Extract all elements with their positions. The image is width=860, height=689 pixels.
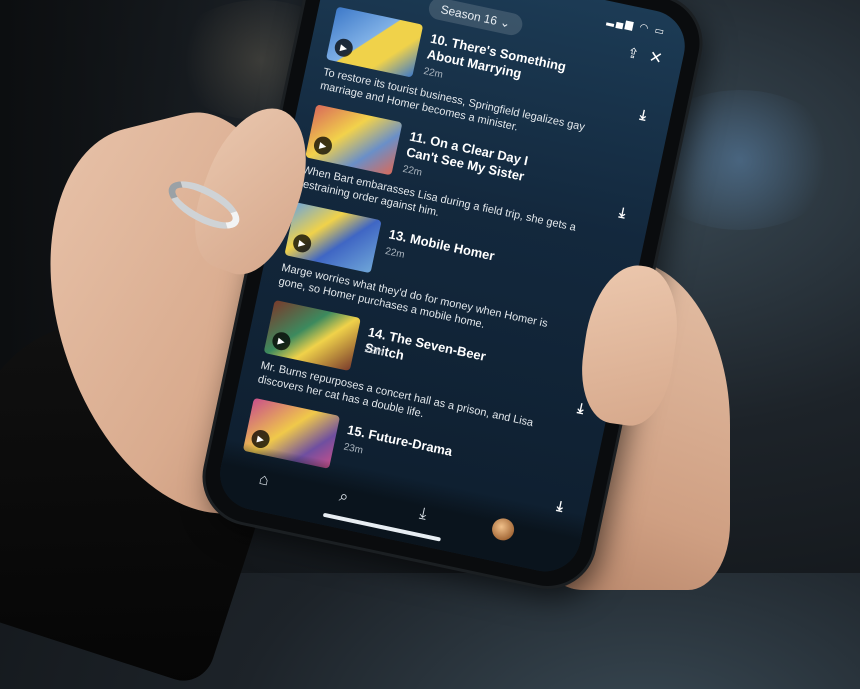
- play-icon[interactable]: ▶: [333, 37, 355, 59]
- play-icon[interactable]: ▶: [270, 330, 293, 352]
- download-icon[interactable]: ⤓: [618, 204, 627, 222]
- episode-duration: 23m: [342, 441, 364, 457]
- home-icon[interactable]: ⌂: [257, 471, 270, 491]
- play-icon[interactable]: ▶: [291, 232, 313, 255]
- episode-duration: 22m: [401, 163, 423, 179]
- episode-duration: 22m: [384, 245, 406, 261]
- profile-avatar[interactable]: [490, 516, 517, 543]
- search-icon[interactable]: ⌕: [337, 488, 350, 507]
- status-bar-icons: ▂▄▆ ◠ ▭: [605, 15, 668, 39]
- play-icon[interactable]: ▶: [312, 134, 334, 157]
- episode-duration: 22m: [422, 65, 444, 81]
- download-icon[interactable]: ⤓: [418, 505, 428, 524]
- download-icon[interactable]: ⤓: [576, 399, 585, 417]
- download-icon[interactable]: ⤓: [638, 106, 648, 124]
- close-icon[interactable]: ✕: [647, 47, 664, 69]
- share-icon[interactable]: ⇪: [626, 44, 641, 63]
